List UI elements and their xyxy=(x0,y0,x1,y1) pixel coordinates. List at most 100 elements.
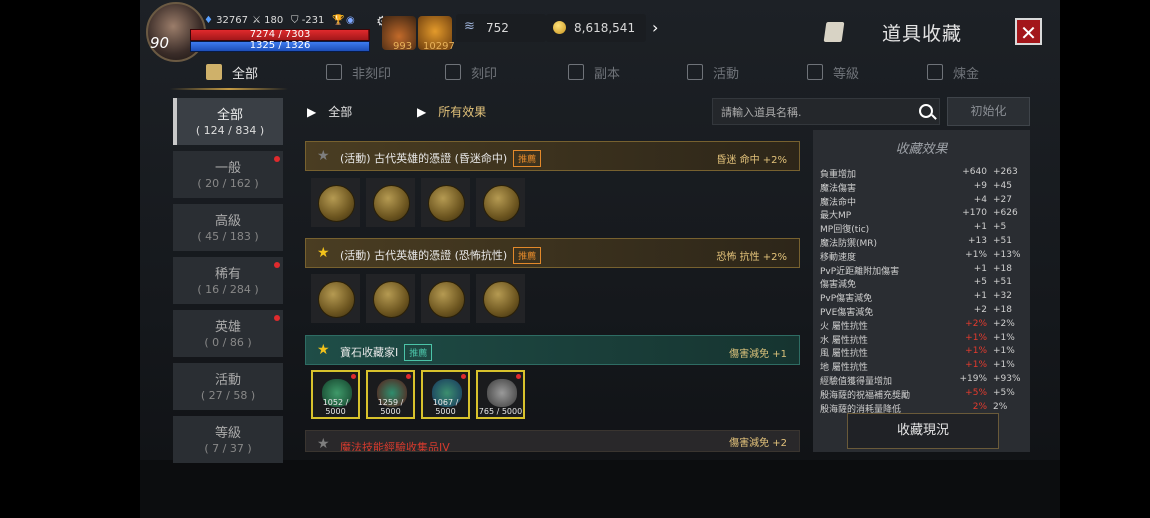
tab-engraved[interactable]: 刻印 xyxy=(445,60,497,90)
gold-currency[interactable]: 8,618,541 xyxy=(546,14,646,42)
collection-name: (活動) 古代英雄的憑證 (昏迷命中) 推薦 xyxy=(340,150,542,167)
effect-value-total: +626 xyxy=(993,208,1018,219)
collection-header[interactable]: ★ 魔法技能經驗收集品IV 傷害減免 +2 xyxy=(305,430,800,452)
collection-effect: 昏迷 命中 +2% xyxy=(716,155,787,166)
close-button[interactable]: ✕ xyxy=(1015,18,1042,45)
tab-event[interactable]: 活動 xyxy=(687,60,739,90)
helmet-icon: ⛉ xyxy=(291,15,299,26)
crystal-currency[interactable]: ≋ 752 xyxy=(456,14,546,42)
effect-value-total: +51 xyxy=(993,236,1012,246)
category-count: ( 20 / 162 ) xyxy=(197,177,259,190)
category-count: ( 16 / 284 ) xyxy=(197,283,259,296)
collection-name: 魔法技能經驗收集品IV xyxy=(340,441,450,452)
medal-icon xyxy=(428,281,465,318)
effect-value-current: +1% xyxy=(965,346,987,357)
category-name: 活動 xyxy=(214,373,241,388)
slot-progress: 1259 / 5000 xyxy=(377,398,404,416)
new-dot-icon xyxy=(274,156,280,162)
item-slot[interactable]: 765 / 5000 xyxy=(476,370,525,419)
medal-icon xyxy=(483,281,520,318)
item-slot[interactable] xyxy=(476,178,525,227)
category-rare[interactable]: 稀有 ( 16 / 284 ) xyxy=(173,257,283,304)
potion-count: 993 xyxy=(393,41,413,52)
collection-header[interactable]: ★ (活動) 古代英雄的憑證 (恐怖抗性) 推薦 恐怖 抗性 +2% xyxy=(305,238,800,268)
item-slot[interactable]: 1052 / 5000 xyxy=(311,370,360,419)
favorite-star-icon[interactable]: ★ xyxy=(317,245,330,261)
trophy-icon[interactable]: 🏆 xyxy=(332,15,344,26)
effect-value-total: +13% xyxy=(993,249,1021,260)
effect-name: 地 屬性抗性 xyxy=(820,363,868,374)
category-hero[interactable]: 英雄 ( 0 / 86 ) xyxy=(173,310,283,357)
collection-status-button[interactable]: 收藏現況 xyxy=(847,413,999,449)
category-event[interactable]: 活動 ( 27 / 58 ) xyxy=(173,363,283,410)
effects-title: 收藏效果 xyxy=(895,142,948,157)
item-slot[interactable] xyxy=(421,274,470,323)
category-all[interactable]: 全部 ( 124 / 834 ) xyxy=(173,98,283,145)
filter-label: 全部 xyxy=(328,105,353,119)
tab-non-engraved[interactable]: 非刻印 xyxy=(326,60,391,90)
caret-right-icon: ▶ xyxy=(307,105,317,119)
collection-effects-panel: 收藏效果 負重增加 +640 +263 魔法傷害 +9 +45 魔法命中 +4 +27 最大MP +… xyxy=(813,130,1030,452)
item-slot[interactable]: 1067 / 5000 xyxy=(421,370,470,419)
tab-label: 全部 xyxy=(232,67,259,82)
favorite-star-icon[interactable]: ★ xyxy=(317,148,330,164)
filter-grade-dropdown[interactable]: ▶ 全部 xyxy=(307,103,352,120)
reset-button[interactable]: 初始化 xyxy=(947,97,1030,126)
effect-value-current: +170 xyxy=(962,208,987,219)
item-slot[interactable] xyxy=(366,178,415,227)
effect-value-total: +1% xyxy=(993,332,1015,343)
item-slot[interactable] xyxy=(311,178,360,227)
effect-value-current: +1 xyxy=(973,263,987,274)
effect-name: 負重增加 xyxy=(820,170,857,180)
favorite-star-icon[interactable]: ★ xyxy=(317,436,330,451)
collection-title: (活動) 古代英雄的憑證 (恐怖抗性) xyxy=(340,249,508,262)
effect-row: 傷害減免 +5 +51 xyxy=(820,277,1025,290)
collection-header[interactable]: ★ 寶石收藏家I 推薦 傷害減免 +1 xyxy=(305,335,800,365)
recommended-badge: 推薦 xyxy=(513,150,542,167)
effect-value-current: +1% xyxy=(965,360,987,371)
tab-label: 活動 xyxy=(713,67,740,82)
effect-name: PVE傷害減免 xyxy=(820,308,874,318)
category-normal[interactable]: 一般 ( 20 / 162 ) xyxy=(173,151,283,198)
effect-name: 魔法防禦(MR) xyxy=(820,239,878,249)
category-name: 一般 xyxy=(214,161,241,176)
category-name: 英雄 xyxy=(214,320,241,335)
bottom-bar xyxy=(140,460,1060,518)
shield-icon xyxy=(445,64,461,80)
collection-effect: 傷害減免 +1 xyxy=(729,349,787,360)
tab-dungeon[interactable]: 副本 xyxy=(568,60,620,90)
tab-label: 煉金 xyxy=(953,67,980,82)
favorite-star-icon[interactable]: ★ xyxy=(317,342,330,358)
filter-effect-dropdown[interactable]: ▶ 所有效果 xyxy=(417,103,486,120)
effect-value-current: +1 xyxy=(973,291,987,302)
category-name: 高級 xyxy=(214,214,241,229)
effect-value-current: +1 xyxy=(973,222,987,233)
new-dot-icon xyxy=(274,315,280,321)
tab-all[interactable]: 全部 xyxy=(206,60,258,90)
item-slot[interactable] xyxy=(311,274,360,323)
tab-alchemy[interactable]: 煉金 xyxy=(927,60,979,90)
search-input[interactable] xyxy=(719,103,913,122)
buff-icon[interactable]: ◉ xyxy=(346,15,355,26)
effect-value-current: +1% xyxy=(965,249,987,260)
item-slot[interactable] xyxy=(476,274,525,323)
tab-level[interactable]: 等級 xyxy=(807,60,859,90)
category-advanced[interactable]: 高級 ( 45 / 183 ) xyxy=(173,204,283,251)
power-stat: ♦ 32767 xyxy=(204,15,248,26)
item-slot[interactable] xyxy=(421,178,470,227)
search-icon[interactable] xyxy=(919,104,933,118)
effect-row: 水 屬性抗性 +1% +1% xyxy=(820,333,1025,346)
effect-name: 殷海薩的祝福補充獎勵 xyxy=(820,390,911,401)
collection-screen: 90 ♦ 32767 ⚔ 180 ⛉ -231 🏆 ◉ 7274 / 7303 … xyxy=(140,0,1060,518)
effect-value-current: +9 xyxy=(973,180,987,191)
item-slot[interactable]: 1259 / 5000 xyxy=(366,370,415,419)
collection-header[interactable]: ★ (活動) 古代英雄的憑證 (昏迷命中) 推薦 昏迷 命中 +2% xyxy=(305,141,800,171)
item-slot[interactable] xyxy=(366,274,415,323)
medal-icon xyxy=(318,185,355,222)
category-count: ( 124 / 834 ) xyxy=(195,124,265,137)
category-level[interactable]: 等級 ( 7 / 37 ) xyxy=(173,416,283,463)
power-icon: ♦ xyxy=(204,15,213,26)
chevron-right-icon[interactable]: › xyxy=(652,18,658,37)
collection-title: 寶石收藏家I xyxy=(340,346,399,359)
effect-value-total: +5% xyxy=(993,387,1015,398)
